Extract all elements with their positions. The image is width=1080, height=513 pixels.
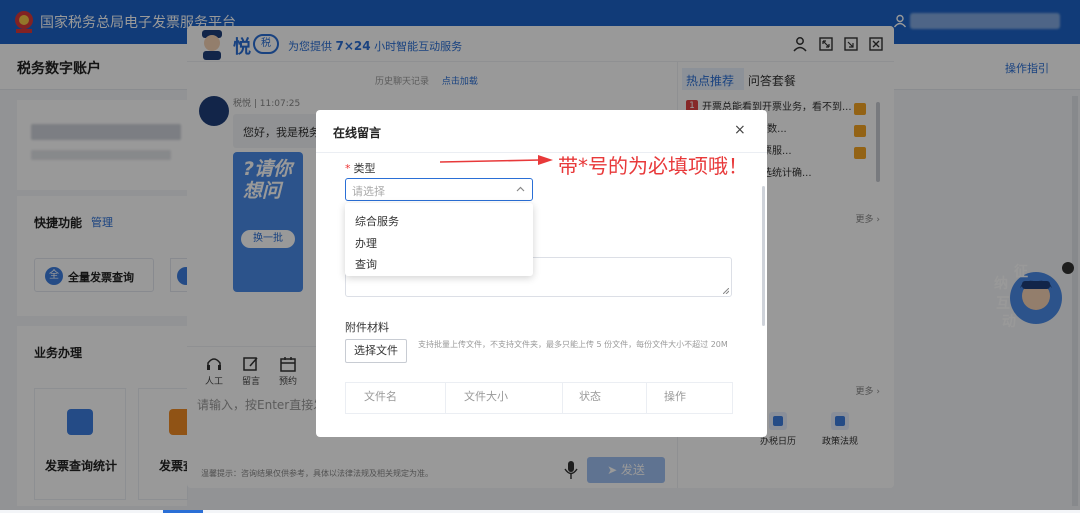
- col-file-name: 文件名: [346, 383, 446, 413]
- option-query[interactable]: 查询: [355, 256, 377, 272]
- annotation-arrow-icon: [440, 155, 553, 165]
- modal-scrollbar[interactable]: [762, 186, 765, 326]
- choose-file-button[interactable]: 选择文件: [345, 339, 407, 363]
- modal-close-button[interactable]: ×: [734, 122, 746, 138]
- type-dropdown: 综合服务 办理 查询: [345, 203, 533, 276]
- type-select-placeholder: 请选择: [352, 185, 385, 198]
- modal-title: 在线留言: [333, 126, 382, 140]
- type-field-label: * 类型: [345, 160, 376, 176]
- col-actions: 操作: [664, 390, 686, 403]
- file-table: 文件名 文件大小 状态 操作: [345, 382, 733, 414]
- col-status: 状态: [563, 383, 647, 413]
- type-label-text: 类型: [353, 162, 376, 175]
- option-handle[interactable]: 办理: [355, 235, 377, 251]
- resize-grip-icon[interactable]: [723, 288, 729, 294]
- option-general-service[interactable]: 综合服务: [355, 213, 399, 229]
- required-mark: *: [345, 162, 351, 175]
- col-file-size: 文件大小: [446, 383, 563, 413]
- chevron-up-icon: [516, 186, 525, 192]
- attachment-hint: 支持批量上传文件，不支持文件夹，最多只能上传 5 份文件，每份文件大小不超过 2…: [418, 340, 728, 349]
- annotation-text: 带*号的为必填项哦！: [558, 154, 748, 178]
- attachment-label: 附件材料: [345, 321, 389, 334]
- type-select[interactable]: 请选择: [345, 178, 533, 201]
